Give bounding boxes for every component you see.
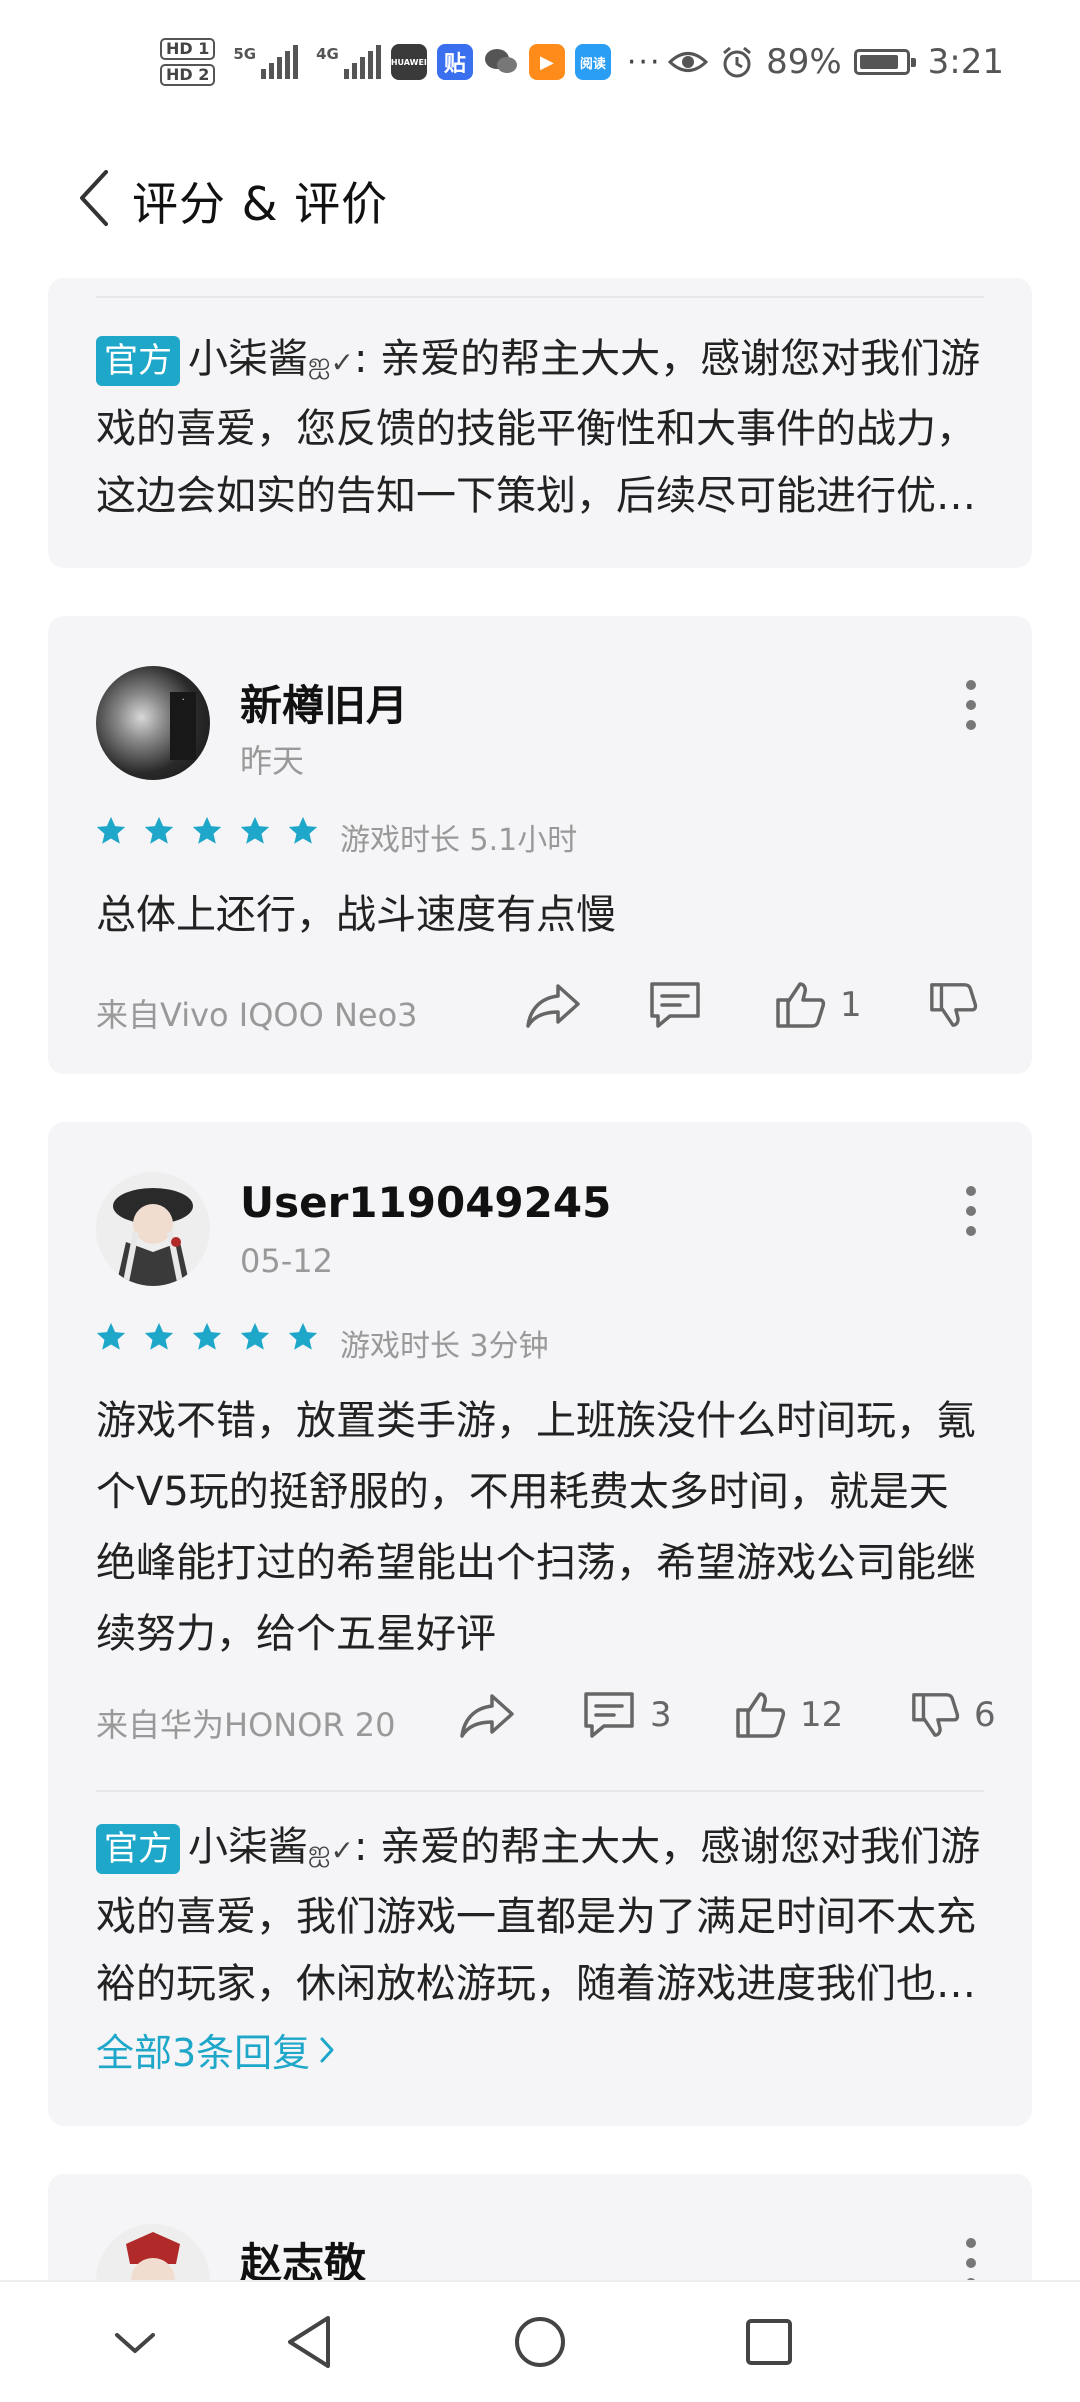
star-icon [288, 816, 318, 844]
star-rating [94, 1320, 320, 1354]
review-date: 05-12 [240, 1242, 333, 1280]
hd2-badge: HD 2 [160, 64, 216, 86]
dislike-button[interactable] [928, 980, 978, 1030]
official-reply[interactable]: 官方 小柒酱ஐ✓: 亲爱的帮主大大，感谢您对我们游戏的喜爱，我们游戏一直都是为了满… [96, 1814, 984, 2018]
comment-button[interactable]: 3 [582, 1690, 672, 1740]
more-notifications-icon: ··· [626, 44, 662, 80]
circle-home-icon [515, 2317, 565, 2367]
star-icon [144, 1322, 174, 1350]
official-tag: 官方 [96, 1824, 180, 1874]
chevron-down-icon [115, 2333, 155, 2353]
official-tag: 官方 [96, 336, 180, 386]
share-icon [460, 1694, 514, 1738]
nav-back-button[interactable] [274, 2312, 344, 2372]
battery-icon [853, 49, 916, 75]
share-button[interactable] [458, 1690, 516, 1740]
avatar[interactable]: ᐧ [96, 666, 210, 780]
nav-recents-button[interactable] [734, 2312, 804, 2372]
device-source: 来自Vivo IQOO Neo3 [96, 996, 418, 1034]
review-text[interactable]: 游戏不错，放置类手游，上班族没什么时间玩，氪个V5玩的挺舒服的，不用耗费太多时间… [96, 1386, 984, 1670]
comment-icon [650, 982, 700, 1028]
status-bar: HD 1 HD 2 5G 4G HUAWEI 贴 ▶ 阅读 ··· 89% 3:… [0, 0, 1080, 130]
username[interactable]: 新樽旧月 [240, 672, 408, 733]
review-date: 昨天 [240, 742, 305, 780]
all-replies-label: 全部3条回复 [96, 2031, 311, 2075]
comment-button[interactable] [648, 980, 702, 1030]
comment-icon [584, 1692, 634, 1738]
signal-4g-icon: 4G [316, 45, 381, 79]
star-icon [144, 816, 174, 844]
star-icon [288, 1322, 318, 1350]
chevron-right-icon [320, 2037, 334, 2062]
hd-indicators: HD 1 HD 2 [160, 38, 216, 86]
divider [96, 1790, 984, 1792]
nav-collapse-button[interactable] [100, 2312, 170, 2372]
thumbs-up-icon [736, 1692, 786, 1738]
back-button[interactable] [64, 160, 124, 236]
huawei-app-icon: HUAWEI [391, 44, 427, 80]
reply-author: 小柒酱 [188, 336, 308, 382]
review-card: 官方 小柒酱ஐ✓: 亲爱的帮主大大，感谢您对我们游戏的喜爱，您反馈的技能平衡性和大… [48, 278, 1032, 568]
star-icon [96, 816, 126, 844]
star-icon [96, 1322, 126, 1350]
thumbs-down-icon [912, 1693, 960, 1737]
star-icon [240, 816, 270, 844]
status-bar-right: 89% 3:21 [668, 42, 1004, 82]
dislike-button[interactable]: 6 [910, 1690, 996, 1740]
reply-author: 小柒酱 [188, 1824, 308, 1870]
wechat-icon [483, 44, 519, 80]
review-card: ᐧ 新樽旧月 昨天 游戏时长 5.1小时 总体上还行，战斗速度有点慢 来自Viv… [48, 616, 1032, 1074]
eye-icon [668, 52, 709, 72]
reader-app-icon: 阅读 [574, 44, 611, 80]
signal-5g-icon: 5G [233, 45, 299, 79]
all-replies-link[interactable]: 全部3条回复 [96, 2022, 336, 2077]
divider [96, 296, 984, 298]
app-header: 评分 & 评价 [0, 130, 1080, 265]
avatar-illustration [113, 1188, 193, 1286]
nav-home-button[interactable] [505, 2312, 575, 2372]
official-reply[interactable]: 官方 小柒酱ஐ✓: 亲爱的帮主大大，感谢您对我们游戏的喜爱，您反馈的技能平衡性和大… [96, 326, 984, 530]
like-button[interactable]: 1 [774, 980, 862, 1030]
square-recents-icon [746, 2319, 792, 2365]
author-decoration-icon: ஐ✓ [308, 1834, 354, 1867]
triangle-back-icon [288, 2316, 330, 2368]
thumbs-up-icon [776, 982, 826, 1028]
clock-time: 3:21 [927, 42, 1004, 82]
battery-percent: 89% [766, 42, 842, 82]
avatar[interactable] [96, 1172, 210, 1286]
like-count: 1 [840, 985, 862, 1025]
avatar-overlay: ᐧ [170, 692, 196, 760]
dislike-count: 6 [974, 1695, 996, 1735]
tieba-app-icon: 贴 [436, 44, 473, 80]
status-bar-left: HD 1 HD 2 5G 4G HUAWEI 贴 ▶ 阅读 ··· [160, 38, 661, 86]
star-rating [94, 814, 320, 848]
review-card: User119049245 05-12 游戏时长 3分钟 游戏不错，放置类手游，… [48, 1122, 1032, 2126]
review-text[interactable]: 总体上还行，战斗速度有点慢 [96, 880, 984, 951]
share-button[interactable] [524, 980, 582, 1030]
system-navigation-bar [0, 2280, 1080, 2402]
device-source: 来自华为HONOR 20 [96, 1706, 396, 1744]
username[interactable]: User119049245 [240, 1178, 611, 1227]
share-icon [526, 984, 580, 1028]
play-time: 游戏时长 5.1小时 [340, 823, 578, 858]
play-time: 游戏时长 3分钟 [340, 1329, 549, 1364]
star-icon [240, 1322, 270, 1350]
like-count: 12 [800, 1695, 844, 1735]
hd1-badge: HD 1 [160, 38, 216, 60]
more-options-button[interactable] [966, 1186, 978, 1236]
page-title: 评分 & 评价 [132, 177, 389, 231]
like-button[interactable]: 12 [734, 1690, 843, 1740]
star-icon [192, 1322, 222, 1350]
author-decoration-icon: ஐ✓ [308, 346, 354, 379]
more-options-button[interactable] [966, 680, 978, 730]
video-app-icon: ▶ [528, 44, 565, 80]
chevron-left-icon [80, 170, 108, 226]
comment-count: 3 [650, 1695, 672, 1735]
thumbs-down-icon [930, 983, 978, 1027]
star-icon [192, 816, 222, 844]
alarm-icon [723, 46, 752, 78]
